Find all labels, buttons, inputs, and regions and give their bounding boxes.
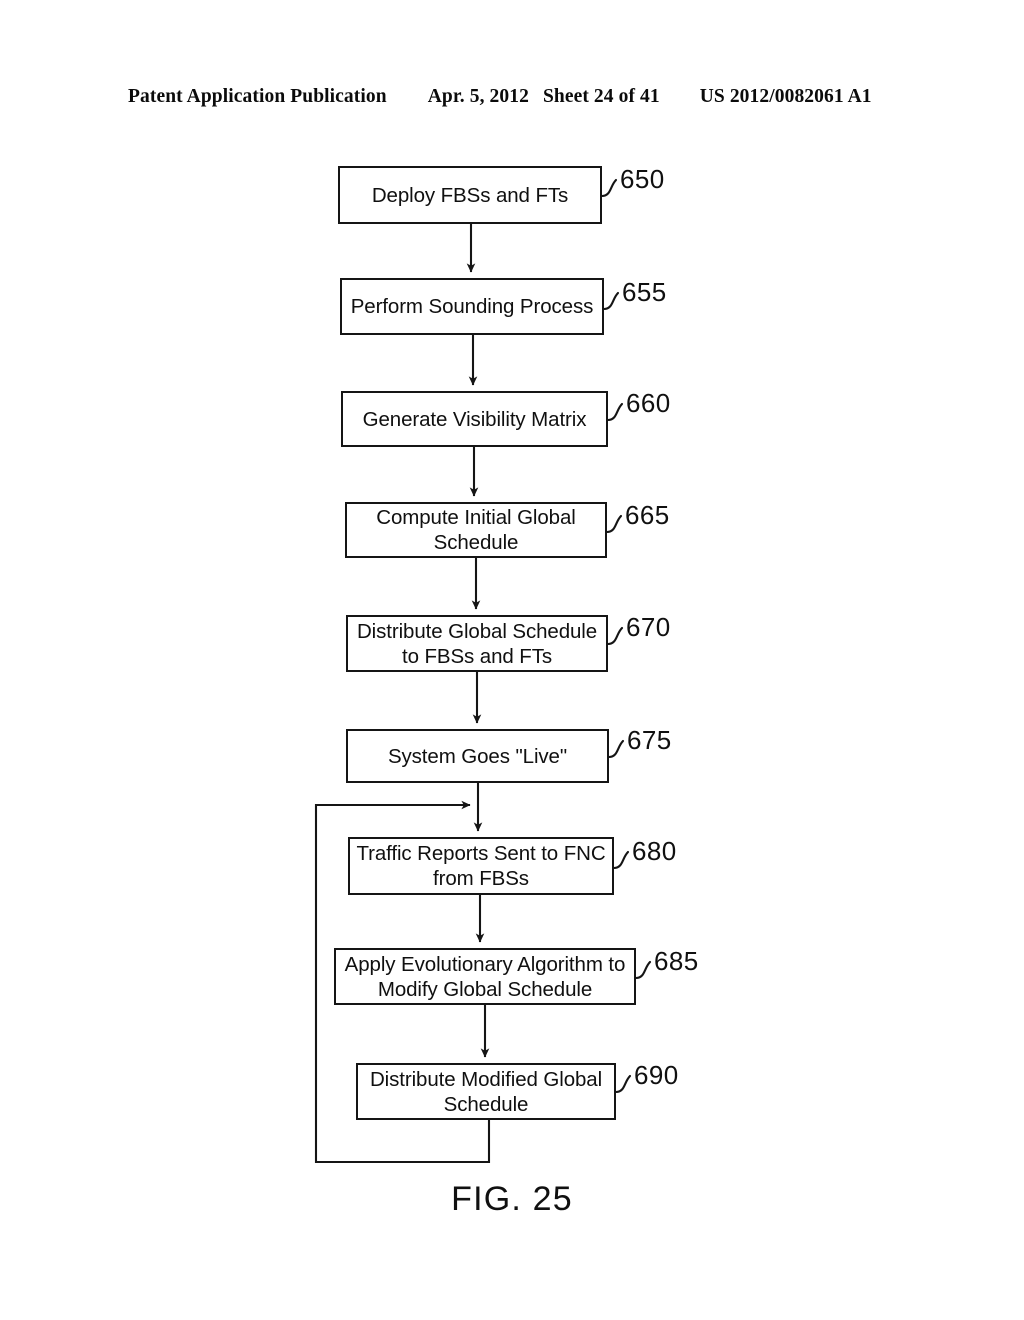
leader-680 [612, 850, 630, 870]
reference-numeral-655: 655 [622, 277, 667, 307]
patent-page: Patent Application Publication Apr. 5, 2… [0, 0, 1024, 1320]
leader-655 [602, 291, 620, 311]
flowchart-diagram: Deploy FBSs and FTs Perform Sounding Pro… [0, 0, 1024, 1320]
reference-numeral-690: 690 [634, 1060, 679, 1090]
leader-685 [634, 960, 652, 980]
reference-numeral-670: 670 [626, 612, 671, 642]
process-node-655-label: Perform Sounding Process [350, 295, 594, 318]
process-node-680-label: Traffic Reports Sent to FNC from FBSs [356, 842, 606, 890]
reference-numeral-660: 660 [626, 388, 671, 418]
reference-numeral-675: 675 [627, 725, 672, 755]
process-node-660: Generate Visibility Matrix [341, 391, 608, 447]
leader-690 [614, 1074, 632, 1094]
reference-numeral-680: 680 [632, 836, 677, 866]
leader-670 [606, 626, 624, 646]
process-node-680: Traffic Reports Sent to FNC from FBSs [348, 837, 614, 895]
leader-665 [605, 514, 623, 534]
figure-caption: FIG. 25 [451, 1180, 573, 1218]
leader-650 [600, 178, 618, 198]
process-node-655: Perform Sounding Process [340, 278, 604, 335]
reference-numeral-650: 650 [620, 164, 665, 194]
process-node-660-label: Generate Visibility Matrix [362, 407, 587, 431]
leader-675 [607, 739, 625, 759]
process-node-685: Apply Evolutionary Algorithm to Modify G… [334, 948, 636, 1005]
process-node-665: Compute Initial Global Schedule [345, 502, 607, 558]
process-node-690: Distribute Modified Global Schedule [356, 1063, 616, 1120]
reference-numeral-665: 665 [625, 500, 670, 530]
leader-660 [606, 402, 624, 422]
process-node-690-label: Distribute Modified Global Schedule [369, 1067, 603, 1116]
reference-numeral-685: 685 [654, 946, 699, 976]
process-node-670-label: Distribute Global Schedule to FBSs and F… [356, 619, 598, 668]
process-node-650-label: Deploy FBSs and FTs [371, 183, 569, 207]
process-node-670: Distribute Global Schedule to FBSs and F… [346, 615, 608, 672]
process-node-650: Deploy FBSs and FTs [338, 166, 602, 224]
process-node-665-label: Compute Initial Global Schedule [376, 506, 576, 554]
process-node-675: System Goes "Live" [346, 729, 609, 783]
process-node-685-label: Apply Evolutionary Algorithm to Modify G… [344, 952, 626, 1001]
process-node-675-label: System Goes "Live" [387, 744, 568, 768]
